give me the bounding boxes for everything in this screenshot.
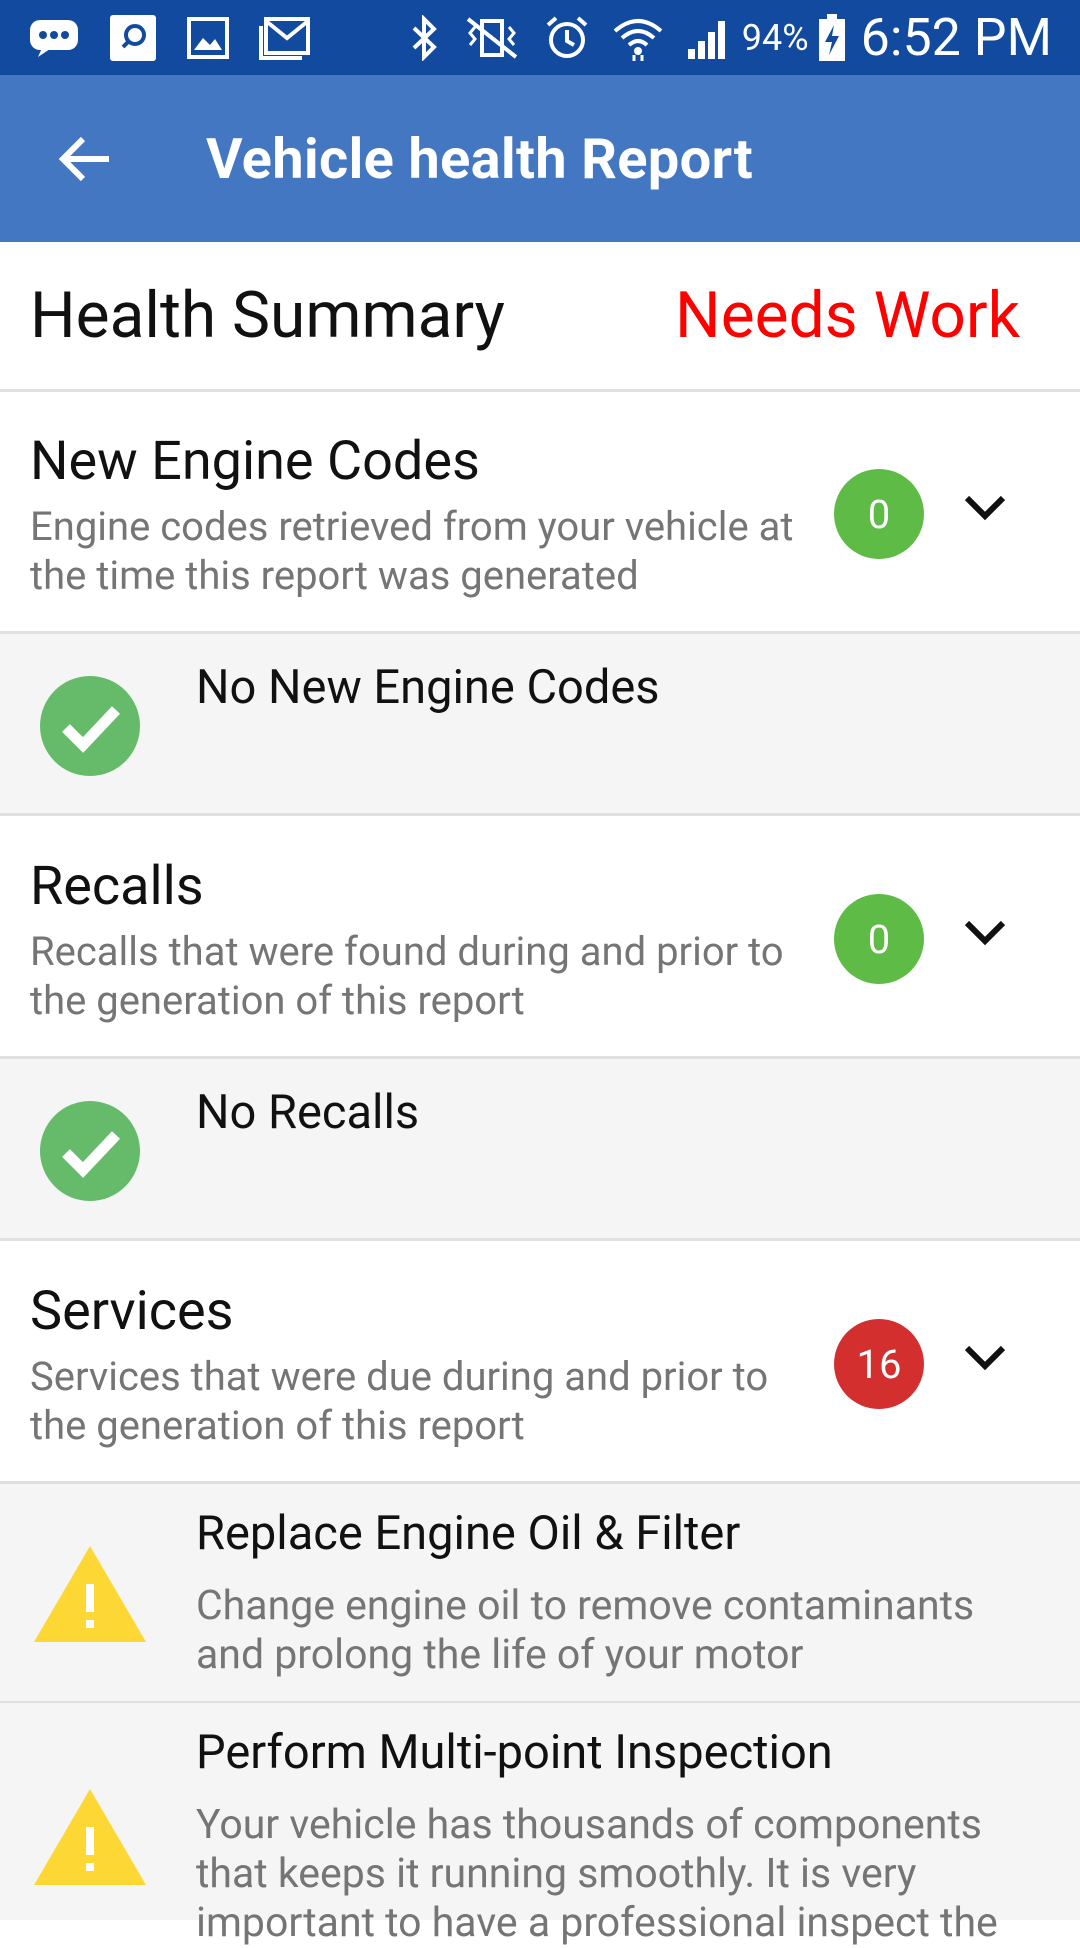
signal-icon: [686, 15, 732, 61]
section-title: Recalls: [30, 855, 204, 918]
list-item[interactable]: Replace Engine Oil & Filter Change engin…: [0, 1484, 1080, 1704]
summary-status: Needs Work: [675, 278, 1020, 353]
list-item[interactable]: Perform Multi-point Inspection Your vehi…: [0, 1703, 1080, 1947]
summary-title: Health Summary: [30, 278, 505, 353]
check-circle-icon: [40, 1101, 140, 1201]
alarm-icon: [544, 15, 590, 61]
item-description: Your vehicle has thousands of components…: [196, 1801, 998, 1947]
wifi-icon: [612, 15, 664, 61]
section-description: Recalls that were found during and prior…: [30, 928, 784, 1024]
list-item: No New Engine Codes: [0, 634, 1080, 816]
battery-percent: 94%: [741, 16, 809, 59]
section-title: New Engine Codes: [30, 430, 480, 493]
bluetooth-icon: [410, 14, 440, 61]
list-item: No Recalls: [0, 1059, 1080, 1241]
chevron-down-icon[interactable]: [955, 902, 1015, 962]
item-title: Replace Engine Oil & Filter: [196, 1506, 741, 1561]
warning-triangle-icon: [34, 1789, 146, 1885]
message-icon: [28, 18, 80, 58]
item-text: No New Engine Codes: [196, 660, 660, 715]
section-description: Services that were due during and prior …: [30, 1353, 769, 1449]
check-circle-icon: [40, 676, 140, 776]
health-summary: Health Summary Needs Work: [0, 242, 1080, 392]
count-badge: 0: [834, 894, 924, 984]
item-text: No Recalls: [196, 1085, 420, 1140]
gallery-icon: [186, 16, 230, 60]
item-description: Change engine oil to remove contaminants…: [196, 1582, 975, 1679]
section-recalls[interactable]: Recalls Recalls that were found during a…: [0, 817, 1080, 1059]
arrow-back-icon: [59, 136, 109, 181]
app-icon: [108, 13, 158, 63]
warning-triangle-icon: [34, 1546, 146, 1642]
clock: 6:52 PM: [860, 7, 1052, 68]
back-button[interactable]: [30, 104, 140, 214]
chevron-down-icon[interactable]: [955, 1327, 1015, 1387]
section-engine-codes[interactable]: New Engine Codes Engine codes retrieved …: [0, 392, 1080, 634]
email-icon: [258, 16, 312, 60]
count-badge: 16: [834, 1319, 924, 1409]
vibrate-icon: [462, 15, 522, 61]
chevron-down-icon[interactable]: [955, 477, 1015, 537]
section-title: Services: [30, 1280, 234, 1343]
count-badge: 0: [834, 469, 924, 559]
section-services[interactable]: Services Services that were due during a…: [0, 1242, 1080, 1484]
item-title: Perform Multi-point Inspection: [196, 1725, 833, 1780]
battery-charging-icon: [817, 13, 847, 63]
section-description: Engine codes retrieved from your vehicle…: [30, 503, 794, 599]
page-title: Vehicle health Report: [206, 125, 753, 192]
status-bar: 94% 6:52 PM: [0, 0, 1080, 75]
app-bar: Vehicle health Report: [0, 75, 1080, 242]
